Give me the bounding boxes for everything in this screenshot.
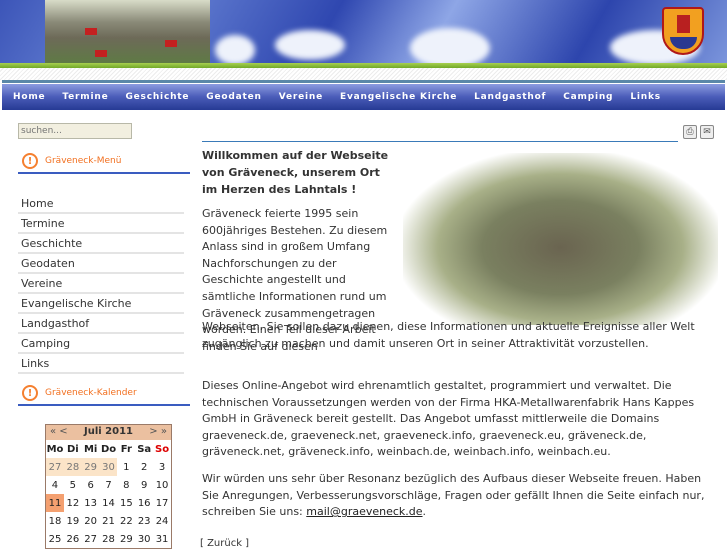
calendar-day[interactable]: 26 xyxy=(64,530,82,548)
calendar-day[interactable]: 9 xyxy=(135,476,153,494)
calendar-day[interactable]: 29 xyxy=(117,530,135,548)
intro-paragraph-continued: Webseiten. Sie sollen dazu dienen, diese… xyxy=(202,320,695,350)
calendar-header: ! Gräveneck-Kalender xyxy=(18,382,190,406)
calendar-day[interactable]: 6 xyxy=(82,476,100,494)
email-link[interactable]: mail@graeveneck.de xyxy=(306,505,422,518)
sidebar-item-geodaten[interactable]: Geodaten xyxy=(18,254,184,274)
sidebar-item-home[interactable]: Home xyxy=(18,194,184,214)
calendar-day[interactable]: 31 xyxy=(153,530,171,548)
back-link[interactable]: [ Zurück ] xyxy=(200,538,249,549)
calendar-day[interactable]: 5 xyxy=(64,476,82,494)
calendar-day[interactable]: 30 xyxy=(99,458,118,476)
calendar-next-button[interactable]: > » xyxy=(149,426,167,439)
calendar-day[interactable]: 29 xyxy=(81,458,100,476)
weekday-header: Mo xyxy=(46,443,64,455)
print-icon[interactable]: ⎙ xyxy=(683,125,697,139)
sidebar-item-links[interactable]: Links xyxy=(18,354,184,374)
main-nav: Home Termine Geschichte Geodaten Vereine… xyxy=(2,84,725,110)
weekday-header: So xyxy=(155,443,170,455)
weekday-header: Sa xyxy=(137,443,152,455)
sidebar-item-geschichte[interactable]: Geschichte xyxy=(18,234,184,254)
contact-text: Wir würden uns sehr über Resonanz bezügl… xyxy=(202,472,705,519)
calendar-day[interactable]: 24 xyxy=(153,512,171,530)
exclamation-icon: ! xyxy=(22,385,38,401)
divider xyxy=(2,80,725,83)
calendar-day[interactable]: 27 xyxy=(82,530,100,548)
calendar-day[interactable]: 13 xyxy=(82,494,100,512)
calendar: « < Juli 2011 > » Mo Di Mi Do Fr Sa So 27 28 29 30… xyxy=(45,424,172,549)
calendar-day[interactable]: 23 xyxy=(135,512,153,530)
nav-geschichte[interactable]: Geschichte xyxy=(125,92,189,102)
calendar-day[interactable]: 21 xyxy=(100,512,118,530)
nav-landgasthof[interactable]: Landgasthof xyxy=(474,92,546,102)
calendar-day[interactable]: 3 xyxy=(153,458,171,476)
welcome-heading: Willkommen auf der Webseite von Grävenec… xyxy=(202,149,389,196)
sidebar-item-camping[interactable]: Camping xyxy=(18,334,184,354)
menu-header: ! Gräveneck-Menü xyxy=(18,150,190,174)
exclamation-icon: ! xyxy=(22,153,38,169)
calendar-day[interactable]: 2 xyxy=(135,458,153,476)
email-icon[interactable]: ✉ xyxy=(700,125,714,139)
title-divider xyxy=(202,141,678,142)
sponsor-paragraph: Dieses Online-Angebot wird ehrenamtlich … xyxy=(202,379,695,459)
calendar-day[interactable]: 11 xyxy=(46,494,64,512)
nav-termine[interactable]: Termine xyxy=(62,92,108,102)
calendar-day[interactable]: 25 xyxy=(46,530,64,548)
hatch-band xyxy=(0,68,727,80)
village-painting xyxy=(403,153,718,325)
village-illustration xyxy=(45,0,210,63)
calendar-day[interactable]: 28 xyxy=(100,530,118,548)
weekday-header: Do xyxy=(100,443,117,455)
calendar-day[interactable]: 4 xyxy=(46,476,64,494)
sidebar-item-vereine[interactable]: Vereine xyxy=(18,274,184,294)
calendar-day[interactable]: 28 xyxy=(63,458,82,476)
coat-of-arms-logo[interactable] xyxy=(662,7,704,55)
calendar-prev-button[interactable]: « < xyxy=(50,426,68,439)
calendar-day[interactable]: 7 xyxy=(100,476,118,494)
calendar-month: Juli 2011 xyxy=(83,426,133,437)
article-tools: ⎙ ✉ xyxy=(683,125,714,139)
calendar-title: Gräveneck-Kalender xyxy=(45,388,137,398)
weekday-header: Di xyxy=(66,443,79,455)
calendar-day[interactable]: 30 xyxy=(135,530,153,548)
nav-camping[interactable]: Camping xyxy=(563,92,613,102)
sidebar-item-landgasthof[interactable]: Landgasthof xyxy=(18,314,184,334)
calendar-day[interactable]: 20 xyxy=(82,512,100,530)
nav-evangelische-kirche[interactable]: Evangelische Kirche xyxy=(340,92,457,102)
nav-geodaten[interactable]: Geodaten xyxy=(206,92,261,102)
calendar-day[interactable]: 22 xyxy=(117,512,135,530)
header-banner xyxy=(0,0,727,63)
nav-vereine[interactable]: Vereine xyxy=(279,92,323,102)
weekday-header: Fr xyxy=(120,443,132,455)
calendar-day[interactable]: 1 xyxy=(117,458,135,476)
sidebar-item-evangelische-kirche[interactable]: Evangelische Kirche xyxy=(18,294,184,314)
calendar-day[interactable]: 18 xyxy=(46,512,64,530)
calendar-day[interactable]: 8 xyxy=(117,476,135,494)
calendar-day[interactable]: 19 xyxy=(64,512,82,530)
calendar-day[interactable]: 17 xyxy=(153,494,171,512)
calendar-day[interactable]: 10 xyxy=(153,476,171,494)
calendar-day[interactable]: 14 xyxy=(100,494,118,512)
calendar-day[interactable]: 15 xyxy=(117,494,135,512)
calendar-day[interactable]: 27 xyxy=(46,458,64,476)
nav-links[interactable]: Links xyxy=(630,92,661,102)
calendar-day[interactable]: 16 xyxy=(135,494,153,512)
calendar-day[interactable]: 12 xyxy=(64,494,82,512)
weekday-header: Mi xyxy=(83,443,98,455)
nav-home[interactable]: Home xyxy=(13,92,45,102)
search-input[interactable] xyxy=(18,123,132,139)
sidebar-item-termine[interactable]: Termine xyxy=(18,214,184,234)
contact-paragraph: Wir würden uns sehr über Resonanz bezügl… xyxy=(202,472,705,519)
menu-title: Gräveneck-Menü xyxy=(45,156,122,166)
side-menu: Home Termine Geschichte Geodaten Vereine… xyxy=(18,194,184,374)
